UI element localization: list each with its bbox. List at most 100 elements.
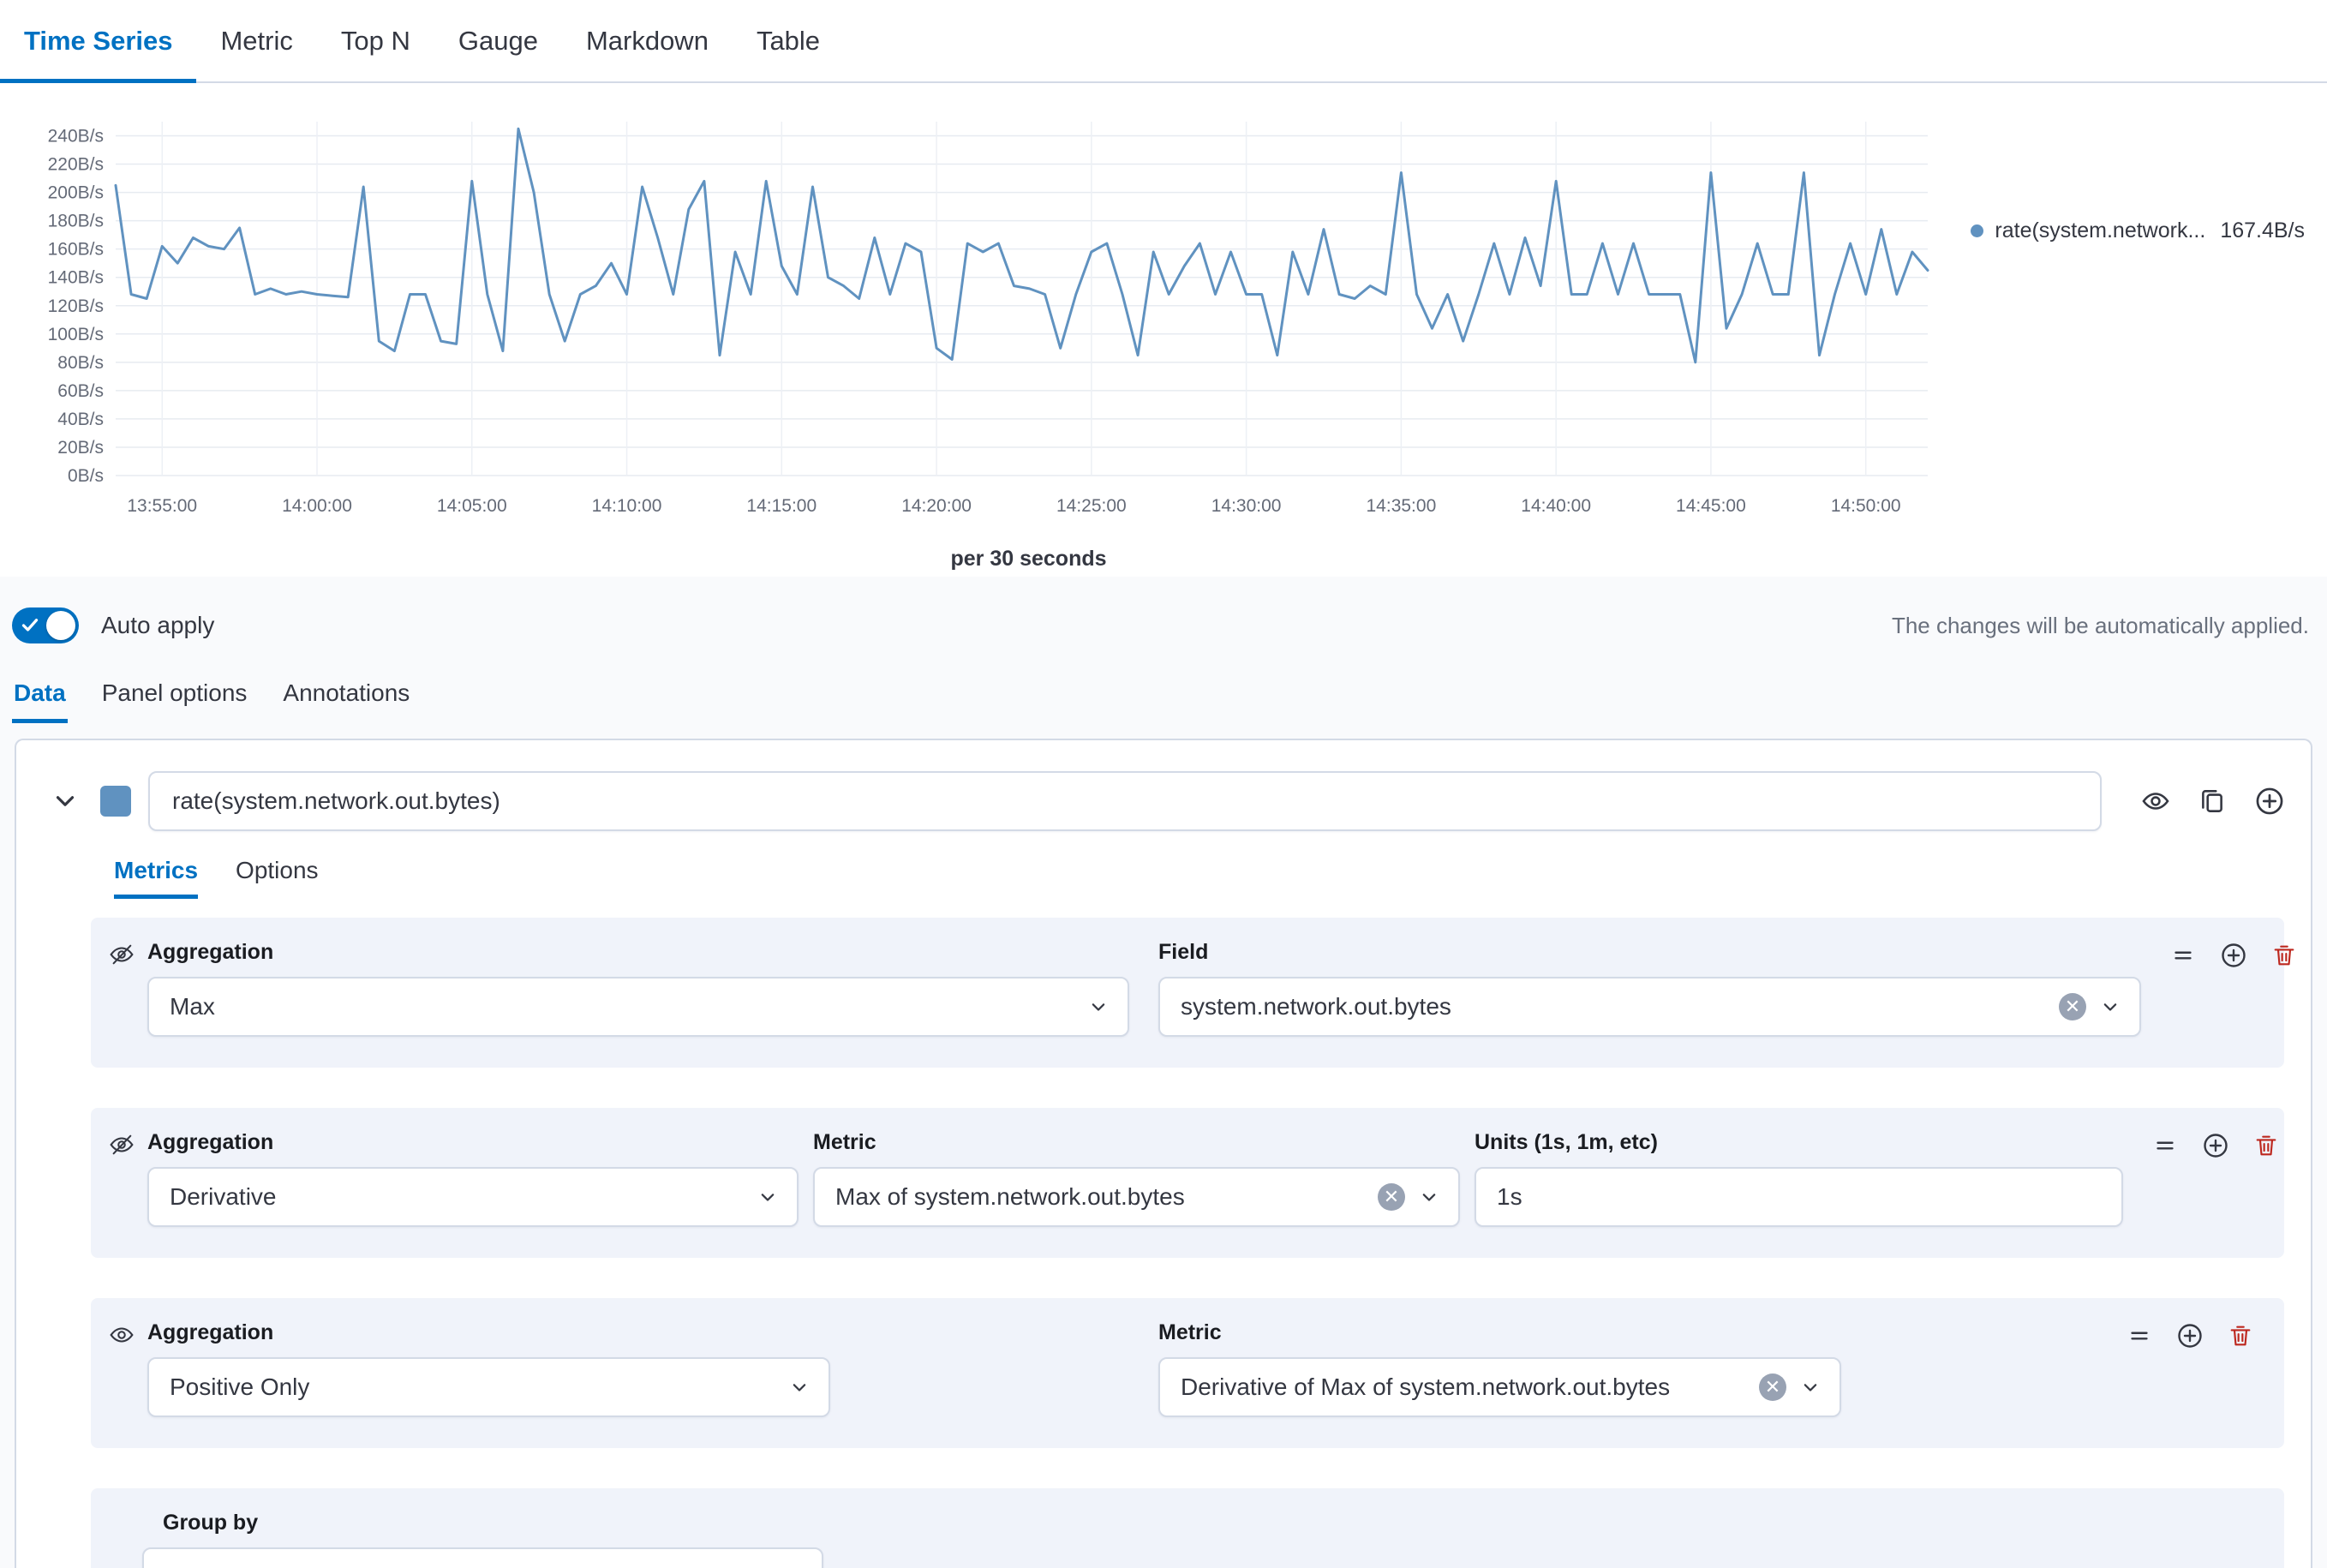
- legend-series-value: 167.4B/s: [2220, 218, 2305, 243]
- units-input[interactable]: [1475, 1167, 2123, 1227]
- auto-apply-bar: Auto apply The changes will be automatic…: [0, 577, 2327, 669]
- svg-text:14:40:00: 14:40:00: [1521, 496, 1591, 516]
- chevron-down-icon: [1086, 995, 1110, 1019]
- svg-text:180B/s: 180B/s: [48, 212, 104, 231]
- aggregation-row: Aggregation Derivative Metric Max of sys…: [91, 1108, 2284, 1258]
- series-header: [16, 771, 2311, 831]
- svg-text:60B/s: 60B/s: [57, 381, 104, 401]
- aggregation-select[interactable]: Max: [147, 977, 1129, 1037]
- field-label: Field: [1158, 940, 2141, 965]
- svg-text:14:50:00: 14:50:00: [1831, 496, 1901, 516]
- svg-text:200B/s: 200B/s: [48, 183, 104, 203]
- aggregation-label: Aggregation: [147, 1320, 1144, 1345]
- add-metric-icon[interactable]: [2202, 1132, 2229, 1159]
- visualization-type-tabs: Time Series Metric Top N Gauge Markdown …: [0, 0, 2327, 83]
- eye-open-icon: [109, 1322, 135, 1352]
- svg-text:14:45:00: 14:45:00: [1676, 496, 1746, 516]
- metric-value: Derivative of Max of system.network.out.…: [1181, 1373, 1759, 1401]
- metric-field: Metric Derivative of Max of system.netwo…: [1158, 1320, 1841, 1417]
- aggregation-label: Aggregation: [147, 940, 1144, 965]
- aggregation-value: Max: [170, 993, 1086, 1020]
- auto-apply-toggle[interactable]: [12, 607, 79, 643]
- series-panel: Metrics Options Aggregation Max Field: [15, 739, 2312, 1568]
- drag-handle-icon[interactable]: [2127, 1323, 2152, 1349]
- tab-metric[interactable]: Metric: [196, 0, 316, 81]
- clear-selection-icon[interactable]: ✕: [1759, 1373, 1786, 1401]
- add-metric-icon[interactable]: [2176, 1322, 2204, 1350]
- eye-closed-icon: [109, 1132, 135, 1162]
- chart-legend[interactable]: rate(system.network... 167.4B/s: [1971, 218, 2305, 243]
- clear-selection-icon[interactable]: ✕: [2059, 993, 2086, 1020]
- group-by-select[interactable]: Everything: [142, 1547, 823, 1568]
- metric-combobox[interactable]: Max of system.network.out.bytes ✕: [813, 1167, 1460, 1227]
- series-label-input[interactable]: [148, 771, 2102, 831]
- delete-metric-icon[interactable]: [2228, 1323, 2253, 1349]
- tab-gauge[interactable]: Gauge: [434, 0, 562, 81]
- toggle-knob: [46, 611, 75, 640]
- tab-time-series[interactable]: Time Series: [0, 0, 196, 81]
- aggregation-row: Aggregation Positive Only Metric Derivat…: [91, 1298, 2284, 1448]
- aggregation-field: Aggregation Positive Only: [147, 1320, 1144, 1417]
- aggregation-label: Aggregation: [147, 1130, 799, 1155]
- chevron-down-icon: [1417, 1185, 1441, 1209]
- add-metric-icon[interactable]: [2220, 942, 2247, 969]
- tab-data[interactable]: Data: [12, 674, 68, 723]
- eye-icon[interactable]: [2141, 787, 2170, 816]
- tab-metrics[interactable]: Metrics: [114, 857, 198, 899]
- delete-metric-icon[interactable]: [2253, 1133, 2279, 1158]
- chevron-down-icon: [756, 1185, 780, 1209]
- svg-text:14:00:00: 14:00:00: [282, 496, 352, 516]
- svg-text:140B/s: 140B/s: [48, 268, 104, 288]
- metric-label: Metric: [813, 1130, 1460, 1155]
- svg-text:240B/s: 240B/s: [48, 127, 104, 147]
- svg-text:14:15:00: 14:15:00: [746, 496, 817, 516]
- svg-text:220B/s: 220B/s: [48, 155, 104, 175]
- add-series-icon[interactable]: [2254, 786, 2285, 817]
- tab-top-n[interactable]: Top N: [317, 0, 434, 81]
- group-by-row: Group by Everything: [91, 1488, 2284, 1568]
- delete-metric-icon[interactable]: [2271, 943, 2297, 968]
- tab-annotations[interactable]: Annotations: [281, 674, 411, 723]
- tab-panel-options[interactable]: Panel options: [100, 674, 249, 723]
- units-field: Units (1s, 1m, etc): [1475, 1130, 2123, 1227]
- svg-text:40B/s: 40B/s: [57, 410, 104, 429]
- metric-combobox[interactable]: Derivative of Max of system.network.out.…: [1158, 1357, 1841, 1417]
- svg-text:13:55:00: 13:55:00: [127, 496, 197, 516]
- svg-text:14:05:00: 14:05:00: [437, 496, 507, 516]
- timeseries-chart[interactable]: 0B/s20B/s40B/s60B/s80B/s100B/s120B/s140B…: [9, 109, 1953, 542]
- svg-text:14:30:00: 14:30:00: [1211, 496, 1282, 516]
- svg-text:80B/s: 80B/s: [57, 353, 104, 373]
- series-color-swatch[interactable]: [100, 786, 131, 817]
- clone-series-icon[interactable]: [2198, 787, 2227, 816]
- svg-text:20B/s: 20B/s: [57, 438, 104, 458]
- eye-closed-icon: [109, 942, 135, 972]
- chart-interval-label: per 30 seconds: [123, 547, 1935, 572]
- aggregation-field: Aggregation Max: [147, 940, 1144, 1037]
- tab-markdown[interactable]: Markdown: [562, 0, 733, 81]
- chevron-down-icon: [2098, 995, 2122, 1019]
- legend-series-dot: [1971, 224, 1983, 237]
- field-combobox[interactable]: system.network.out.bytes ✕: [1158, 977, 2141, 1037]
- field-field: Field system.network.out.bytes ✕: [1158, 940, 2141, 1037]
- aggregation-select[interactable]: Positive Only: [147, 1357, 830, 1417]
- tab-options[interactable]: Options: [236, 857, 319, 899]
- field-value: system.network.out.bytes: [1181, 993, 2059, 1020]
- metric-field: Metric Max of system.network.out.bytes ✕: [813, 1130, 1460, 1227]
- units-label: Units (1s, 1m, etc): [1475, 1130, 2123, 1155]
- tab-table[interactable]: Table: [733, 0, 844, 81]
- drag-handle-icon[interactable]: [2170, 943, 2196, 968]
- legend-series-label: rate(system.network...: [1995, 218, 2205, 243]
- metric-value: Max of system.network.out.bytes: [835, 1183, 1378, 1211]
- drag-handle-icon[interactable]: [2152, 1133, 2178, 1158]
- auto-apply-label: Auto apply: [101, 612, 214, 639]
- editor-tabs: Data Panel options Annotations: [0, 669, 2327, 723]
- aggregation-value: Derivative: [170, 1183, 756, 1211]
- group-by-label: Group by: [163, 1511, 2253, 1535]
- collapse-chevron-icon[interactable]: [51, 787, 80, 816]
- clear-selection-icon[interactable]: ✕: [1378, 1183, 1405, 1211]
- svg-text:14:25:00: 14:25:00: [1056, 496, 1127, 516]
- chevron-down-icon: [787, 1375, 811, 1399]
- series-subtabs: Metrics Options: [16, 831, 2311, 899]
- aggregation-select[interactable]: Derivative: [147, 1167, 799, 1227]
- metric-label: Metric: [1158, 1320, 1841, 1345]
